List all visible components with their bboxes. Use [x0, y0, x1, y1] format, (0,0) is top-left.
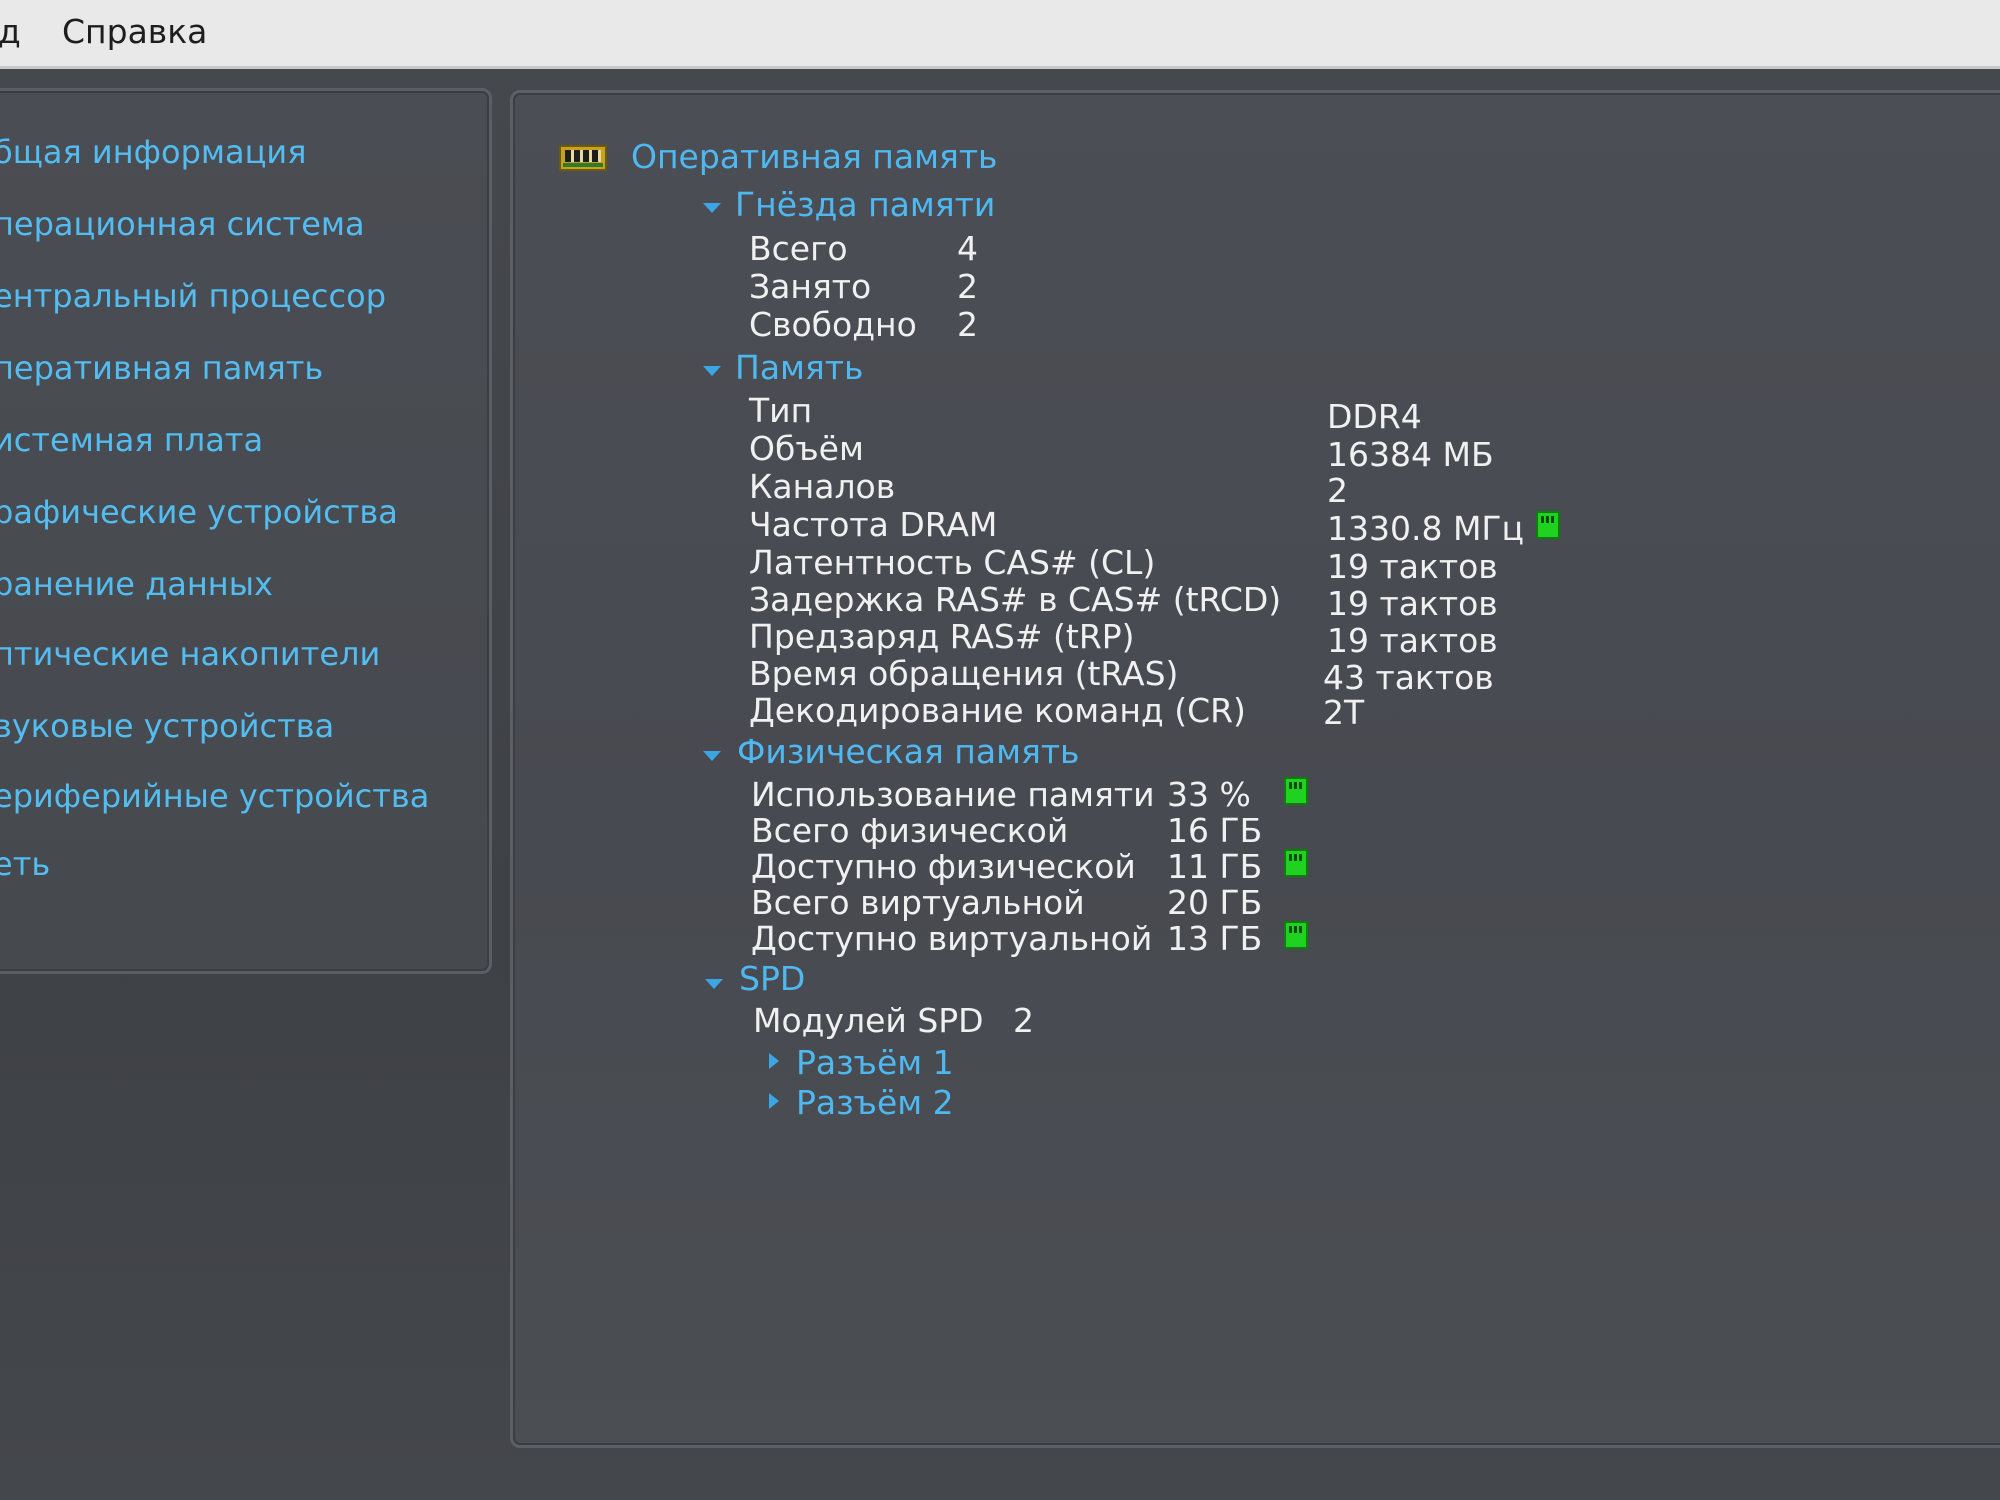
usage-gauge-icon [1284, 777, 1308, 805]
sidebar-item-cpu[interactable]: ентральный процессор [0, 277, 386, 315]
physical-total-label: Всего физической [751, 811, 1069, 850]
memory-trcd-value: 19 тактов [1327, 584, 1498, 623]
memory-cr-value: 2T [1323, 693, 1365, 732]
physical-usage-label: Использование памяти [751, 775, 1155, 814]
section-header-spd[interactable]: SPD [739, 959, 805, 998]
memory-trp-label: Предзаряд RAS# (tRP) [749, 617, 1135, 656]
ram-module-icon [559, 145, 607, 171]
sidebar-item-audio[interactable]: вуковые устройства [0, 707, 334, 745]
sidebar-item-ram[interactable]: перативная память [0, 349, 323, 387]
section-header-memory[interactable]: Память [735, 348, 863, 387]
spd-slot-2[interactable]: Разъём 2 [796, 1083, 954, 1122]
physical-available-label: Доступно физической [751, 847, 1136, 886]
sidebar-item-peripherals[interactable]: ериферийные устройства [0, 777, 429, 815]
physical-usage-value: 33 % [1167, 775, 1251, 814]
memory-channels-value: 2 [1327, 471, 1348, 510]
sidebar-item-optical[interactable]: птические накопители [0, 635, 380, 673]
chevron-right-icon[interactable] [769, 1093, 779, 1109]
virtual-available-label: Доступно виртуальной [751, 919, 1153, 958]
memory-channels-label: Каналов [749, 467, 896, 506]
sidebar-item-storage[interactable]: ранение данных [0, 565, 273, 603]
virtual-available-value: 13 ГБ [1167, 919, 1263, 958]
chevron-right-icon[interactable] [769, 1053, 779, 1069]
sidebar-item-graphics[interactable]: рафические устройства [0, 493, 398, 531]
available-virtual-gauge-icon [1284, 921, 1308, 949]
virtual-total-label: Всего виртуальной [751, 883, 1085, 922]
details-panel: Оперативная память Гнёзда памяти Всего 4… [510, 90, 2000, 1448]
memory-trp-value: 19 тактов [1327, 621, 1498, 660]
spd-slot-1[interactable]: Разъём 1 [796, 1043, 954, 1082]
slots-free-label: Свободно [749, 305, 917, 344]
memory-frequency-label: Частота DRAM [749, 505, 998, 544]
page-title: Оперативная память [631, 137, 998, 176]
menu-bar: д Справка [0, 0, 2000, 69]
section-header-slots[interactable]: Гнёзда памяти [735, 185, 995, 224]
memory-cl-label: Латентность CAS# (CL) [749, 543, 1156, 582]
physical-available-value: 11 ГБ [1167, 847, 1263, 886]
sidebar-item-os[interactable]: перационная система [0, 205, 365, 243]
slots-total-value: 4 [957, 229, 978, 268]
slots-used-value: 2 [957, 267, 978, 306]
memory-size-value: 16384 МБ [1327, 435, 1494, 474]
memory-trcd-label: Задержка RAS# в CAS# (tRCD) [749, 580, 1282, 619]
memory-tras-label: Время обращения (tRAS) [749, 654, 1179, 693]
memory-cr-label: Декодирование команд (CR) [749, 691, 1246, 730]
sidebar-item-summary[interactable]: бщая информация [0, 133, 306, 171]
spd-modules-label: Модулей SPD [753, 1001, 984, 1040]
chevron-down-icon[interactable] [703, 366, 721, 376]
memory-type-label: Тип [749, 391, 813, 430]
sidebar-item-motherboard[interactable]: истемная плата [0, 421, 263, 459]
memory-tras-value: 43 тактов [1323, 658, 1494, 697]
slots-free-value: 2 [957, 305, 978, 344]
memory-size-label: Объём [749, 429, 864, 468]
chevron-down-icon[interactable] [703, 751, 721, 761]
physical-total-value: 16 ГБ [1167, 811, 1263, 850]
spd-modules-value: 2 [1013, 1001, 1034, 1040]
menu-item-view[interactable]: д [0, 12, 21, 51]
virtual-total-value: 20 ГБ [1167, 883, 1263, 922]
available-physical-gauge-icon [1284, 849, 1308, 877]
section-header-physical[interactable]: Физическая память [737, 732, 1080, 771]
chevron-down-icon[interactable] [705, 979, 723, 989]
slots-total-label: Всего [749, 229, 848, 268]
sidebar-item-network[interactable]: еть [0, 845, 50, 883]
memory-cl-value: 19 тактов [1327, 547, 1498, 586]
memory-type-value: DDR4 [1327, 397, 1422, 436]
memory-frequency-value: 1330.8 МГц [1327, 509, 1525, 548]
menu-item-help[interactable]: Справка [62, 12, 207, 51]
slots-used-label: Занято [749, 267, 872, 306]
chevron-down-icon[interactable] [703, 203, 721, 213]
sidebar: бщая информация перационная система ентр… [0, 88, 492, 974]
frequency-gauge-icon [1536, 511, 1560, 539]
